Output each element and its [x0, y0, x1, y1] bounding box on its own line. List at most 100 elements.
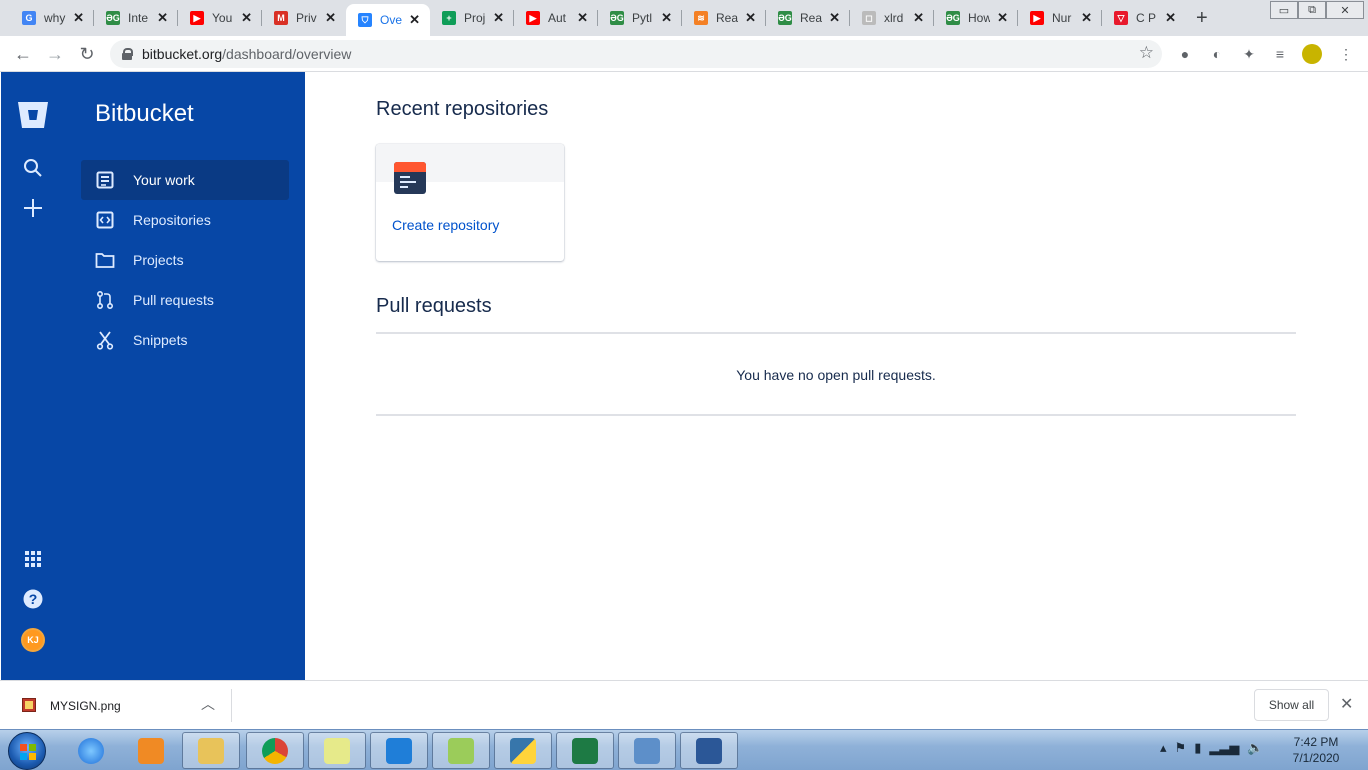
file-explorer-icon[interactable] [182, 732, 240, 769]
search-icon[interactable] [21, 156, 45, 180]
chrome-icon[interactable] [246, 732, 304, 769]
back-button[interactable]: ← [12, 43, 34, 65]
tab-close-icon[interactable]: ✕ [745, 10, 756, 26]
sidebar-item-label: Snippets [133, 332, 188, 348]
browser-toolbar: ← → ↻ bitbucket.org/dashboard/overview ☆… [0, 36, 1368, 72]
word-icon[interactable] [680, 732, 738, 769]
vscode-icon[interactable] [370, 732, 428, 769]
excel-icon[interactable] [556, 732, 614, 769]
new-tab-button[interactable]: + [1196, 7, 1208, 30]
show-all-button[interactable]: Show all [1254, 689, 1329, 721]
create-plus-icon[interactable] [21, 196, 45, 220]
close-icon[interactable]: ✕ [1340, 694, 1353, 714]
sidebar-item-pull-requests[interactable]: Pull requests [81, 280, 289, 320]
download-file-name[interactable]: MYSIGN.png [50, 699, 121, 713]
media-player-icon[interactable] [122, 732, 180, 769]
tab-title: Rea [800, 11, 822, 25]
browser-tab[interactable]: ƏG How ✕ [934, 4, 1018, 32]
media-control-icon[interactable]: ≡ [1270, 44, 1290, 64]
extension-drop-icon[interactable]: ◐ [1207, 44, 1227, 64]
tab-close-icon[interactable]: ✕ [325, 10, 336, 26]
tab-close-icon[interactable]: ✕ [73, 10, 84, 26]
tab-close-icon[interactable]: ✕ [409, 12, 420, 28]
minimize-button[interactable]: ▭ [1270, 1, 1298, 19]
clock-date: 7/1/2020 [1292, 751, 1340, 765]
download-shelf: MYSIGN.png ︿ Show all ✕ [0, 680, 1368, 729]
power-icon[interactable]: ▮ [1194, 740, 1201, 756]
create-repository-card[interactable]: Create repository [376, 144, 564, 261]
browser-tab[interactable]: ƏG Rea ✕ [766, 4, 850, 32]
tab-close-icon[interactable]: ✕ [913, 10, 924, 26]
pull-requests-heading: Pull requests [376, 295, 492, 317]
tab-favicon-icon: ▶ [526, 11, 540, 25]
tab-favicon-icon: ƏG [610, 11, 624, 25]
browser-tab[interactable]: ▶ Aut ✕ [514, 4, 598, 32]
sidebar-item-projects[interactable]: Projects [81, 240, 289, 280]
tab-close-icon[interactable]: ✕ [493, 10, 504, 26]
browser-tab[interactable]: ▽ C P ✕ [1102, 4, 1186, 32]
tab-close-icon[interactable]: ✕ [577, 10, 588, 26]
tab-close-icon[interactable]: ✕ [1165, 10, 1176, 26]
snippets-icon [95, 330, 115, 350]
browser-tab[interactable]: ƏG Pytl ✕ [598, 4, 682, 32]
tab-title: C P [1136, 11, 1157, 25]
create-repository-link[interactable]: Create repository [392, 217, 499, 233]
profile-avatar[interactable] [1302, 44, 1322, 64]
extension-circle-icon[interactable]: ● [1175, 44, 1195, 64]
sidebar-item-repositories[interactable]: Repositories [81, 200, 289, 240]
chevron-up-icon[interactable]: ︿ [201, 694, 215, 714]
volume-icon[interactable]: 🔈 [1247, 740, 1263, 756]
recent-repositories-heading: Recent repositories [376, 98, 549, 120]
tab-title: Aut [548, 11, 567, 25]
tab-close-icon[interactable]: ✕ [1081, 10, 1092, 26]
windows-flag-icon [20, 744, 36, 760]
browser-tab[interactable]: ⛉ Ove ✕ [346, 4, 430, 36]
url-path: /dashboard/overview [222, 46, 352, 62]
bookmark-star-icon[interactable]: ☆ [1139, 43, 1154, 63]
browser-tab[interactable]: ◻ xlrd ✕ [850, 4, 934, 32]
tab-close-icon[interactable]: ✕ [661, 10, 672, 26]
network-icon[interactable]: ▂▃▅ [1209, 740, 1239, 756]
help-icon[interactable]: ? [21, 587, 45, 611]
tab-close-icon[interactable]: ✕ [241, 10, 252, 26]
control-panel-icon[interactable] [618, 732, 676, 769]
tray-expand-icon[interactable]: ▴ [1160, 740, 1167, 756]
window-close-button[interactable]: ✕ [1326, 1, 1364, 19]
reload-button[interactable]: ↻ [76, 43, 98, 65]
tab-close-icon[interactable]: ✕ [157, 10, 168, 26]
tab-favicon-icon: ▶ [190, 11, 204, 25]
browser-tab[interactable]: Gwhy ✕ [10, 4, 94, 32]
tab-title: why [44, 11, 66, 25]
address-bar[interactable]: bitbucket.org/dashboard/overview ☆ [110, 40, 1162, 68]
browser-tab[interactable]: ▶ Nur ✕ [1018, 4, 1102, 32]
browser-tab[interactable]: M Priv ✕ [262, 4, 346, 32]
tab-close-icon[interactable]: ✕ [829, 10, 840, 26]
bitbucket-logo-icon[interactable] [17, 100, 49, 130]
system-clock[interactable]: 7:42 PM 7/1/2020 [1280, 734, 1352, 766]
sidebar-item-snippets[interactable]: Snippets [81, 320, 289, 360]
global-navigation: ? KJ [1, 72, 65, 680]
browser-tab[interactable]: ≋ Rea ✕ [682, 4, 766, 32]
notepad-plus-icon[interactable] [432, 732, 490, 769]
browser-tab[interactable]: ƏG Inte ✕ [94, 4, 178, 32]
sidebar-item-label: Pull requests [133, 292, 214, 308]
browser-tab[interactable]: + Proj ✕ [430, 4, 514, 32]
browser-tab[interactable]: ▶ You ✕ [178, 4, 262, 32]
windows-taskbar: ▴ ⚑ ▮ ▂▃▅ 🔈 7:42 PM 7/1/2020 [0, 729, 1368, 770]
repositories-icon [95, 210, 115, 230]
tab-close-icon[interactable]: ✕ [997, 10, 1008, 26]
internet-explorer-icon[interactable] [62, 732, 120, 769]
sticky-notes-icon[interactable] [308, 732, 366, 769]
divider-top [376, 332, 1296, 334]
user-avatar[interactable]: KJ [21, 628, 45, 652]
chrome-menu-icon[interactable]: ⋮ [1336, 44, 1356, 64]
forward-button[interactable]: → [44, 43, 66, 65]
sidebar-item-your-work[interactable]: Your work [81, 160, 289, 200]
extensions-puzzle-icon[interactable]: ✦ [1239, 44, 1259, 64]
action-center-icon[interactable]: ⚑ [1175, 740, 1187, 756]
app-switcher-icon[interactable] [21, 547, 45, 571]
python-icon[interactable] [494, 732, 552, 769]
start-button[interactable] [8, 732, 46, 770]
restore-button[interactable]: ⧉ [1298, 1, 1326, 19]
tab-favicon-icon: ƏG [106, 11, 120, 25]
